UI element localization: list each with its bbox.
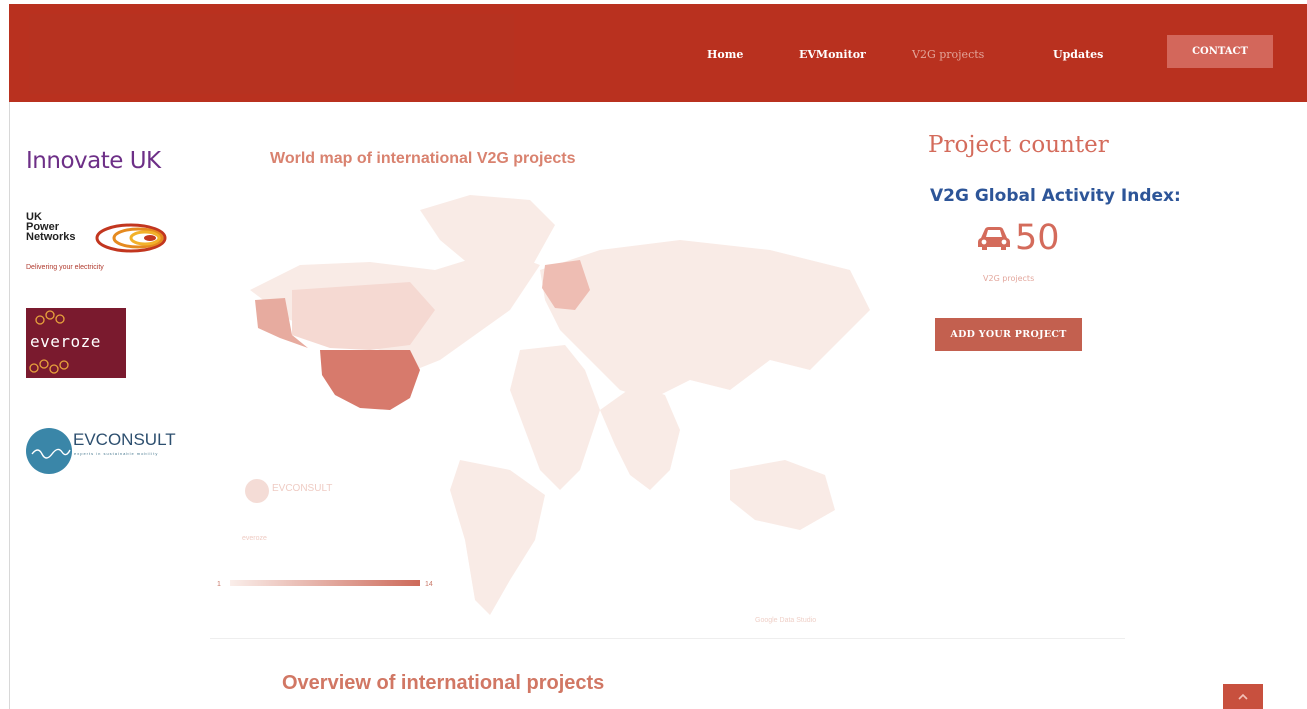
chevron-up-icon (1238, 693, 1248, 700)
map-watermark-everoze: everoze (242, 535, 267, 542)
map-region-usa[interactable] (320, 350, 420, 410)
map-credit: Google Data Studio (755, 617, 816, 624)
nav-evmonitor[interactable]: EVMonitor (799, 48, 866, 61)
map-legend-min: 1 (217, 581, 221, 588)
overview-title: Overview of international projects (282, 672, 605, 694)
scroll-to-top-button[interactable] (1223, 684, 1263, 709)
evconsult-logo-text: EVCONSULT (73, 430, 176, 449)
map-legend-max: 14 (425, 581, 433, 588)
contact-button[interactable]: CONTACT (1167, 35, 1273, 68)
everoze-logo-text: everoze (30, 332, 101, 351)
map-landmasses (250, 195, 870, 615)
innovate-uk-logo[interactable]: Innovate UK (26, 148, 161, 174)
top-navbar: Home EVMonitor V2G projects Updates CONT… (9, 4, 1307, 102)
ukpn-tagline: Delivering your electricity (26, 264, 104, 271)
evconsult-circle-icon (26, 428, 72, 474)
nav-v2g-projects[interactable]: V2G projects (912, 48, 984, 61)
map-legend: 1 14 (217, 580, 433, 588)
nav-home[interactable]: Home (707, 48, 743, 61)
everoze-logo[interactable]: everoze (26, 308, 126, 378)
evconsult-tagline: experts in sustainable mobility (74, 451, 159, 456)
section-divider (210, 638, 1125, 639)
site-logo-area[interactable] (29, 14, 514, 94)
evconsult-logo[interactable]: EVCONSULT experts in sustainable mobilit… (26, 424, 201, 474)
map-watermark-evconsult: EVCONSULT (272, 483, 332, 494)
world-map[interactable]: EVCONSULT everoze 1 14 Google Data Studi… (210, 170, 900, 630)
map-title: World map of international V2G projects (270, 150, 576, 167)
project-count-value: 50 (1015, 218, 1060, 258)
ukpn-swoosh-icon (95, 223, 167, 253)
car-icon (978, 227, 1010, 250)
map-region-canada[interactable] (292, 282, 435, 350)
map-legend-gradient (230, 580, 420, 586)
page-left-border (9, 100, 10, 709)
global-activity-index-title: V2G Global Activity Index: (930, 186, 1181, 206)
project-counter-title: Project counter (928, 132, 1109, 158)
ukpn-logo-text: UK Power Networks (26, 211, 76, 243)
add-project-button[interactable]: ADD YOUR PROJECT (935, 318, 1082, 351)
project-count-label: V2G projects (983, 274, 1035, 283)
nav-updates[interactable]: Updates (1053, 48, 1103, 61)
map-watermark: EVCONSULT everoze (242, 479, 332, 542)
ukpn-logo[interactable]: UK Power Networks Delivering your electric… (26, 212, 171, 274)
